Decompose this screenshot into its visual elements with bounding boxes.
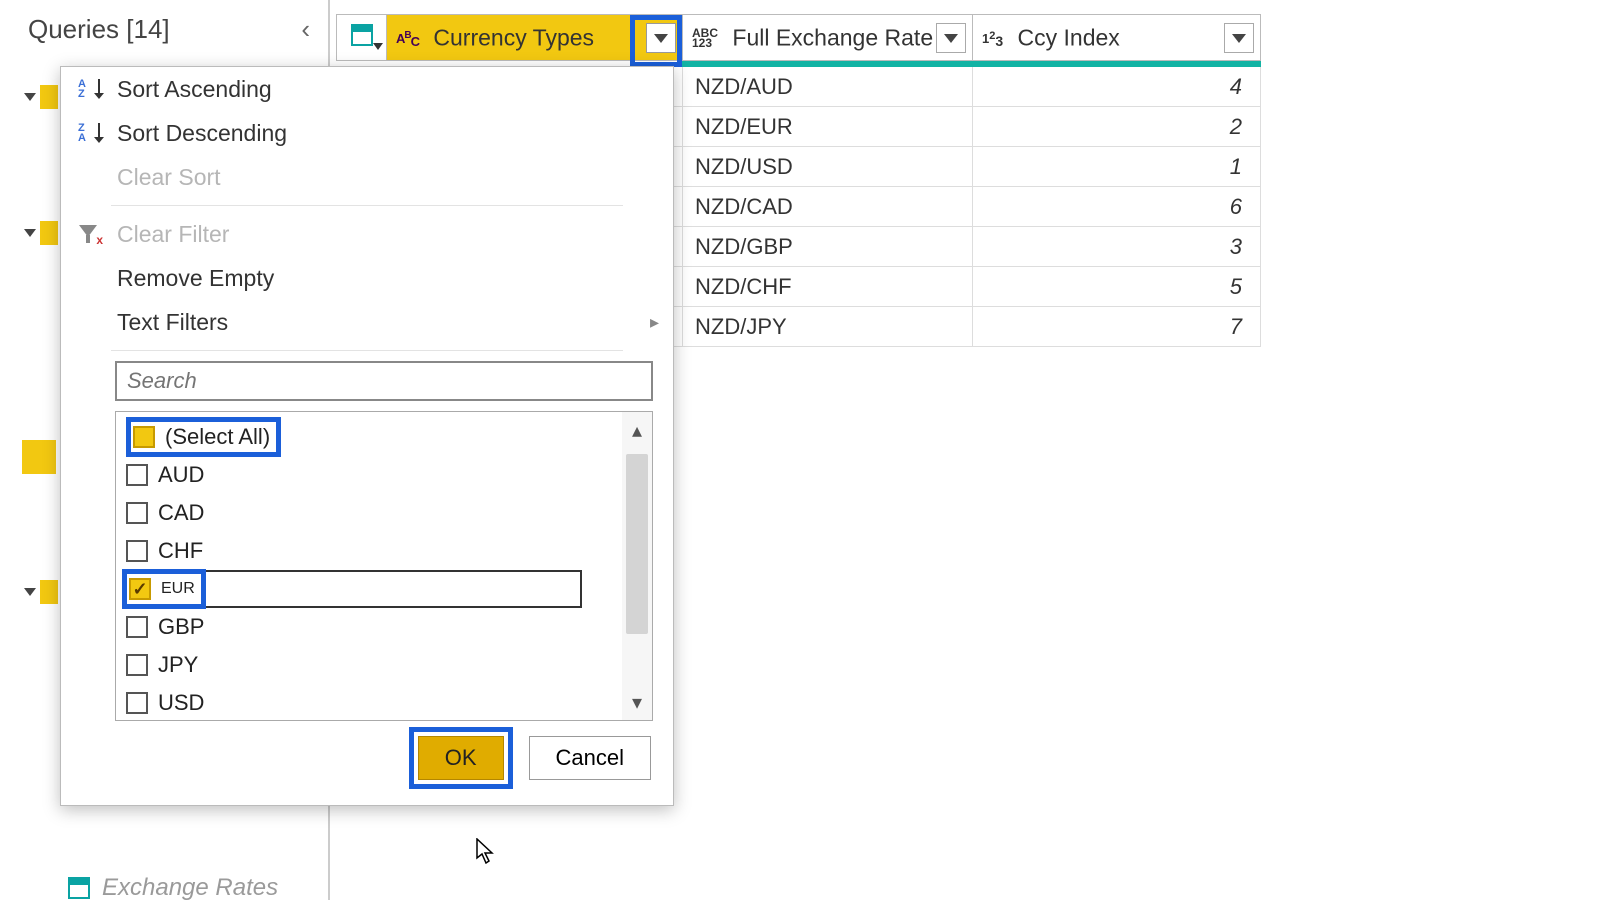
column-header-full-exchange-rate[interactable]: ABC123 Full Exchange Rate bbox=[683, 15, 973, 61]
table-icon bbox=[68, 877, 90, 899]
filter-search-input[interactable] bbox=[115, 361, 653, 401]
queries-header[interactable]: Queries [14] ‹ bbox=[0, 0, 328, 59]
column-header-currency-types[interactable]: ABC Currency Types bbox=[387, 15, 683, 61]
scroll-thumb[interactable] bbox=[626, 454, 648, 634]
text-filters[interactable]: Text Filters ▸ bbox=[61, 300, 673, 344]
column-filter-popup: AZ Sort Ascending ZA Sort Descending Cle… bbox=[60, 66, 674, 806]
filter-value-eur[interactable]: EUR bbox=[122, 570, 582, 608]
query-selected-marker bbox=[22, 440, 56, 474]
column-filter-button-ccy-index[interactable] bbox=[1224, 23, 1254, 53]
filter-values-list: (Select All) AUD CAD CHF EUR bbox=[115, 411, 653, 721]
filter-value-gbp[interactable]: GBP bbox=[120, 608, 616, 646]
sort-ascending[interactable]: AZ Sort Ascending bbox=[61, 67, 673, 111]
highlight-box: OK bbox=[409, 727, 513, 789]
column-header-ccy-index[interactable]: 123 Ccy Index bbox=[973, 15, 1261, 61]
submenu-arrow-icon: ▸ bbox=[650, 312, 659, 333]
highlight-box: (Select All) bbox=[126, 417, 281, 457]
query-item-exchange-rates[interactable]: Exchange Rates bbox=[68, 874, 278, 902]
scroll-up-icon[interactable]: ▴ bbox=[622, 412, 652, 448]
highlight-box: EUR bbox=[122, 569, 206, 609]
checkbox[interactable] bbox=[126, 616, 148, 638]
any-type-icon: ABC123 bbox=[692, 28, 718, 48]
filter-value-cad[interactable]: CAD bbox=[120, 494, 616, 532]
text-type-icon: ABC bbox=[396, 30, 419, 46]
checkbox[interactable] bbox=[126, 464, 148, 486]
sort-asc-icon: AZ bbox=[75, 79, 101, 99]
query-group-3[interactable] bbox=[0, 574, 58, 610]
table-options-button[interactable] bbox=[337, 15, 387, 61]
column-filter-button-currency-types[interactable] bbox=[646, 23, 676, 53]
sort-desc-icon: ZA bbox=[75, 123, 101, 143]
clear-filter-icon: x bbox=[75, 225, 101, 243]
checkbox-checked[interactable] bbox=[129, 578, 151, 600]
filter-value-chf[interactable]: CHF bbox=[120, 532, 616, 570]
checkbox[interactable] bbox=[126, 540, 148, 562]
filter-search[interactable] bbox=[115, 361, 653, 401]
collapse-icon[interactable]: ‹ bbox=[301, 14, 310, 45]
checkbox[interactable] bbox=[126, 654, 148, 676]
remove-empty[interactable]: Remove Empty bbox=[61, 256, 673, 300]
cancel-button[interactable]: Cancel bbox=[529, 736, 651, 780]
checkbox[interactable] bbox=[126, 692, 148, 714]
number-type-icon: 123 bbox=[982, 30, 1003, 46]
scroll-down-icon[interactable]: ▾ bbox=[622, 684, 652, 720]
ok-button[interactable]: OK bbox=[418, 736, 504, 780]
mouse-cursor-icon bbox=[476, 838, 496, 864]
checkbox[interactable] bbox=[126, 502, 148, 524]
clear-sort: Clear Sort bbox=[61, 155, 673, 199]
checkbox-indeterminate[interactable] bbox=[133, 426, 155, 448]
filter-value-aud[interactable]: AUD bbox=[120, 456, 616, 494]
filter-value-jpy[interactable]: JPY bbox=[120, 646, 616, 684]
filter-value-usd[interactable]: USD bbox=[120, 684, 616, 720]
filter-value-select-all[interactable]: (Select All) bbox=[120, 418, 616, 456]
table-icon bbox=[351, 24, 373, 46]
queries-title: Queries [14] bbox=[28, 14, 170, 45]
column-filter-button-full-exchange-rate[interactable] bbox=[936, 23, 966, 53]
clear-filter: x Clear Filter bbox=[61, 212, 673, 256]
sort-descending[interactable]: ZA Sort Descending bbox=[61, 111, 673, 155]
scrollbar[interactable]: ▴ ▾ bbox=[622, 412, 652, 720]
